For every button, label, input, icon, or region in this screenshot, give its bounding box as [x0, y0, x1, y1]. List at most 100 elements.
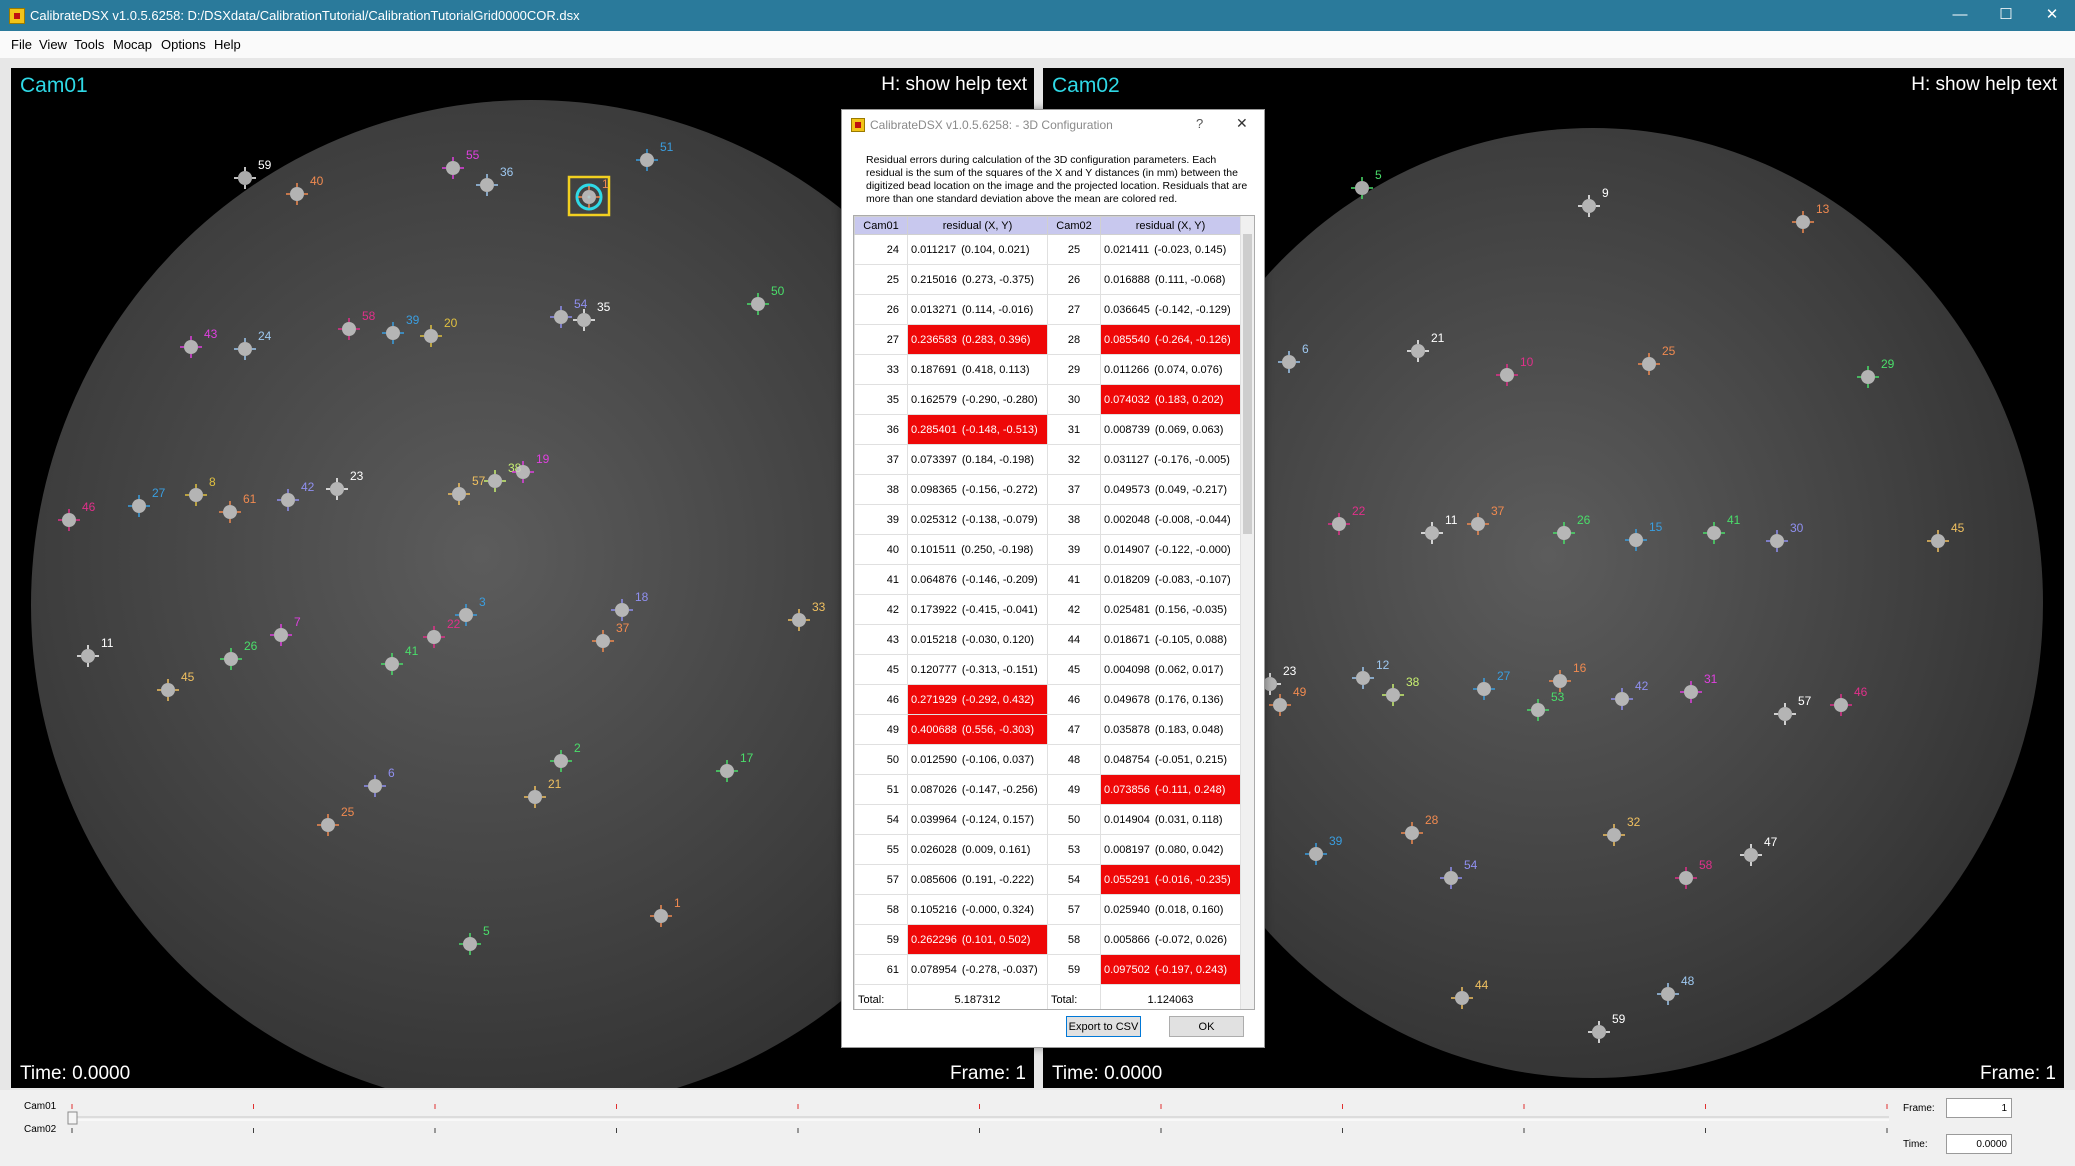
bead-marker[interactable]: 46 [1830, 685, 1868, 716]
bead-marker[interactable]: 43 [180, 327, 218, 358]
bead-marker[interactable]: 1 [650, 896, 681, 927]
time-input[interactable] [1946, 1134, 2012, 1154]
bead-marker[interactable]: 15 [1625, 520, 1663, 551]
bead-marker[interactable]: 20 [420, 316, 458, 347]
bead-marker[interactable]: 40 [286, 174, 324, 205]
frame-input[interactable] [1946, 1098, 2012, 1118]
bead-marker[interactable]: 59 [1588, 1012, 1626, 1043]
help-question-icon[interactable]: ? [1196, 116, 1203, 131]
bead-marker[interactable]: 53 [1527, 690, 1565, 721]
bead-marker[interactable]: 58 [1675, 858, 1713, 889]
bead-marker[interactable]: 39 [382, 313, 420, 344]
bead-label: 32 [1627, 815, 1641, 829]
bead-marker[interactable]: 19 [512, 452, 550, 483]
bead-label: 58 [362, 309, 376, 323]
bead-marker[interactable]: 58 [338, 309, 376, 340]
bead-marker[interactable]: 23 [326, 469, 364, 500]
time-field-label: Time: [1903, 1139, 1928, 1150]
bead-marker[interactable]: 30 [1766, 521, 1804, 552]
bead-marker[interactable]: 57 [448, 474, 486, 505]
bead-marker[interactable]: 7 [270, 615, 301, 646]
bead-marker[interactable]: 26 [220, 639, 258, 670]
cam01-bead-id: 49 [854, 714, 908, 745]
bead-marker[interactable]: 2 [550, 741, 581, 772]
bead-marker[interactable]: 38 [1382, 675, 1420, 706]
cam01-bead-id: 33 [854, 354, 908, 385]
frame-slider[interactable] [0, 1090, 1900, 1160]
bead-marker[interactable]: 1 [578, 177, 609, 208]
bead-marker[interactable]: 45 [1927, 521, 1965, 552]
bead-marker[interactable]: 21 [524, 777, 562, 808]
bead-marker[interactable]: 41 [1703, 513, 1741, 544]
bead-marker[interactable]: 36 [476, 165, 514, 196]
bead-marker[interactable]: 22 [1328, 504, 1366, 535]
bead-marker[interactable]: 55 [442, 148, 480, 179]
bead-marker[interactable]: 18 [611, 590, 649, 621]
dialog-close-icon[interactable]: ✕ [1236, 115, 1248, 132]
bead-marker[interactable]: 6 [364, 766, 395, 797]
bead-marker[interactable]: 47 [1740, 835, 1778, 866]
bead-marker[interactable]: 16 [1549, 661, 1587, 692]
bead-marker[interactable]: 25 [1638, 344, 1676, 375]
bead-marker[interactable]: 17 [716, 751, 754, 782]
residual-value: 0.078954 [911, 963, 957, 976]
bead-marker[interactable]: 9 [1578, 186, 1609, 217]
residual-xy: (0.183, 0.202) [1154, 393, 1224, 406]
residual-value: 0.025940 [1104, 903, 1150, 916]
bead-marker[interactable]: 33 [788, 600, 826, 631]
bead-marker[interactable]: 5 [1351, 168, 1382, 199]
bead-marker[interactable]: 22 [423, 617, 461, 648]
bead-marker[interactable]: 37 [1467, 504, 1505, 535]
bead-marker[interactable]: 31 [1680, 672, 1718, 703]
residual-xy: (0.009, 0.161) [961, 843, 1031, 856]
bead-marker[interactable]: 51 [636, 140, 674, 171]
bead-marker[interactable]: 42 [1611, 679, 1649, 710]
bead-marker[interactable]: 8 [185, 475, 216, 506]
bead-marker[interactable]: 38 [484, 461, 522, 492]
bead-marker[interactable]: 37 [592, 621, 630, 652]
bead-dot [321, 818, 335, 832]
bead-dot [488, 474, 502, 488]
bead-marker[interactable]: 5 [459, 924, 490, 955]
bead-marker[interactable]: 29 [1857, 357, 1895, 388]
bead-marker[interactable]: 26 [1553, 513, 1591, 544]
ok-button[interactable]: OK [1169, 1016, 1244, 1037]
bead-marker[interactable]: 45 [157, 670, 195, 701]
bead-marker[interactable]: 25 [317, 805, 355, 836]
bead-marker[interactable]: 11 [1421, 513, 1458, 544]
slider-thumb[interactable] [67, 1111, 78, 1125]
residual-value: 0.105216 [911, 903, 957, 916]
bead-marker[interactable]: 12 [1352, 658, 1390, 689]
bead-marker[interactable]: 42 [277, 480, 315, 511]
bead-marker[interactable]: 44 [1451, 978, 1489, 1009]
bead-marker[interactable]: 24 [234, 329, 272, 360]
bead-marker[interactable]: 49 [1269, 685, 1307, 716]
bead-marker[interactable]: 48 [1657, 974, 1695, 1005]
bead-marker[interactable]: 28 [1401, 813, 1439, 844]
residual-table-container[interactable]: Cam01 residual (X, Y) Cam02 residual (X,… [853, 215, 1255, 1010]
bead-marker[interactable]: 6 [1278, 342, 1309, 373]
bead-marker[interactable]: 59 [234, 158, 272, 189]
bead-marker[interactable]: 39 [1305, 834, 1343, 865]
export-csv-button[interactable]: Export to CSV [1066, 1016, 1141, 1037]
bead-marker[interactable]: 27 [128, 486, 166, 517]
bead-marker[interactable]: 27 [1473, 669, 1511, 700]
table-scrollbar[interactable] [1240, 216, 1254, 1009]
cam02-bead-id: 58 [1047, 924, 1101, 955]
bead-marker[interactable]: 57 [1774, 694, 1812, 725]
bead-marker[interactable]: 50 [747, 284, 785, 315]
bead-marker[interactable]: 54 [1440, 858, 1478, 889]
scrollbar-thumb[interactable] [1243, 234, 1252, 534]
bead-marker[interactable]: 11 [77, 636, 114, 667]
bead-marker[interactable]: 46 [58, 500, 96, 531]
bead-marker[interactable]: 21 [1407, 331, 1445, 362]
bead-marker[interactable]: 61 [219, 492, 257, 523]
cam01-residual: 0.015218 (-0.030, 0.120) [907, 624, 1048, 655]
bead-marker[interactable]: 10 [1496, 355, 1534, 386]
bead-marker[interactable]: 32 [1603, 815, 1641, 846]
bead-marker[interactable]: 41 [381, 644, 419, 675]
bead-dot [1355, 181, 1369, 195]
bead-marker[interactable]: 13 [1792, 202, 1830, 233]
bead-dot [480, 178, 494, 192]
bead-label: 7 [294, 615, 301, 629]
